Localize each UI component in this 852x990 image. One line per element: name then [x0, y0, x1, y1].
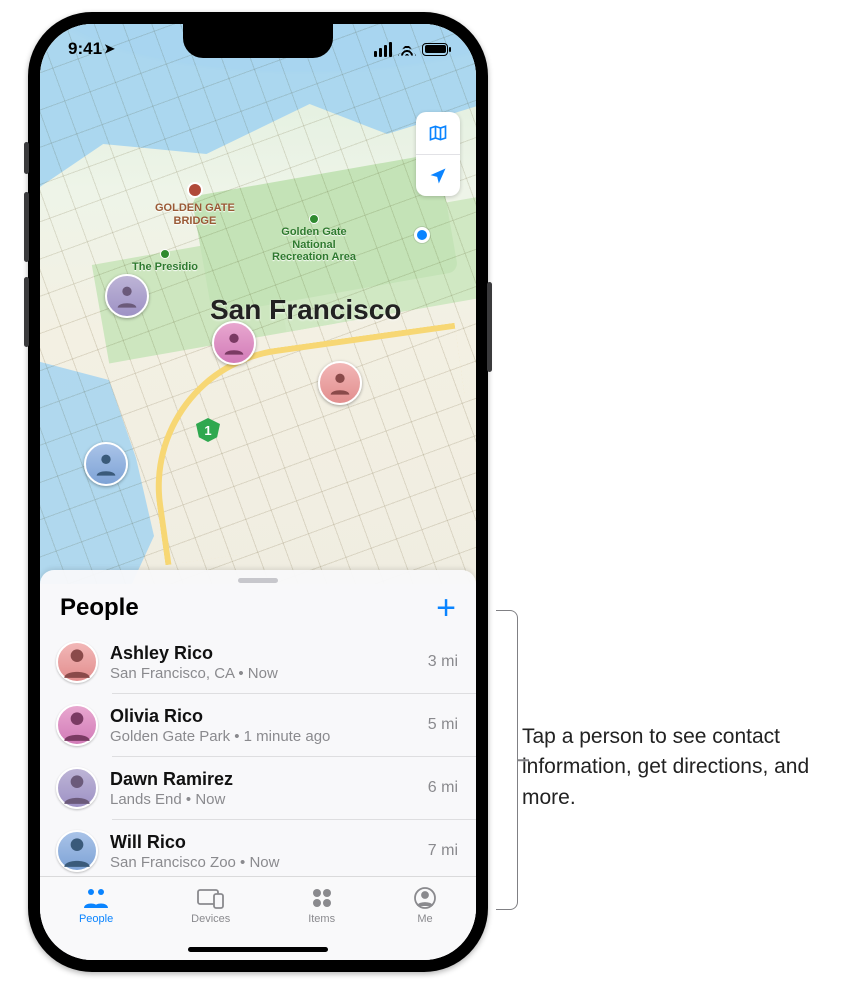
wifi-icon	[398, 43, 416, 56]
sheet-grabber[interactable]	[238, 578, 278, 583]
avatar	[56, 830, 98, 872]
map-avatar-dawn[interactable]	[105, 274, 149, 318]
map-controls	[416, 112, 460, 196]
map-avatar-will[interactable]	[84, 442, 128, 486]
map-mode-button[interactable]	[416, 112, 460, 154]
avatar	[56, 767, 98, 809]
screen: 9:41 ➤ 1 GOLDEN GATE BRI	[40, 24, 476, 960]
callout-bracket	[496, 610, 518, 910]
notch	[183, 24, 333, 58]
home-indicator[interactable]	[188, 947, 328, 952]
map-view[interactable]: 1 GOLDEN GATE BRIDGE Golden Gate Nationa…	[40, 24, 476, 584]
person-row[interactable]: Will Rico San Francisco Zoo • Now 7 mi	[40, 820, 476, 876]
iphone-frame: 9:41 ➤ 1 GOLDEN GATE BRI	[28, 12, 488, 972]
devices-icon	[196, 885, 226, 911]
person-distance: 6 mi	[428, 779, 458, 797]
avatar	[56, 704, 98, 746]
person-location: San Francisco, CA • Now	[110, 665, 416, 682]
person-location: San Francisco Zoo • Now	[110, 854, 416, 871]
person-row[interactable]: Dawn Ramirez Lands End • Now 6 mi	[40, 757, 476, 819]
person-location: Lands End • Now	[110, 791, 416, 808]
battery-icon	[422, 43, 448, 56]
poi-golden-gate-bridge[interactable]: GOLDEN GATE BRIDGE	[155, 182, 235, 227]
people-sheet[interactable]: People + Ashley Rico San Francisco, CA •…	[40, 570, 476, 960]
person-name: Dawn Ramirez	[110, 769, 416, 790]
callout-text: Tap a person to see contact information,…	[522, 722, 832, 813]
person-distance: 3 mi	[428, 653, 458, 671]
person-row[interactable]: Ashley Rico San Francisco, CA • Now 3 mi	[40, 631, 476, 693]
person-name: Ashley Rico	[110, 643, 416, 664]
tab-devices[interactable]: Devices	[191, 885, 230, 925]
avatar	[56, 641, 98, 683]
people-icon	[82, 885, 110, 911]
person-name: Olivia Rico	[110, 706, 416, 727]
person-location: Golden Gate Park • 1 minute ago	[110, 728, 416, 745]
items-icon	[310, 885, 334, 911]
poi-presidio[interactable]: The Presidio	[132, 249, 198, 274]
poi-ggnra[interactable]: Golden Gate National Recreation Area	[272, 214, 356, 264]
recenter-location-button[interactable]	[416, 154, 460, 196]
map-avatar-olivia[interactable]	[212, 321, 256, 365]
tab-items[interactable]: Items	[308, 885, 335, 925]
map-avatar-ashley[interactable]	[318, 361, 362, 405]
add-person-button[interactable]: +	[436, 591, 456, 625]
tab-people[interactable]: People	[79, 885, 113, 925]
status-time: 9:41	[68, 39, 102, 59]
sheet-title: People	[60, 594, 139, 622]
tab-me[interactable]: Me	[413, 885, 437, 925]
current-location-dot[interactable]	[414, 227, 430, 243]
person-distance: 5 mi	[428, 716, 458, 734]
location-services-icon: ➤	[104, 41, 115, 57]
people-list: Ashley Rico San Francisco, CA • Now 3 mi…	[40, 631, 476, 876]
person-row[interactable]: Olivia Rico Golden Gate Park • 1 minute …	[40, 694, 476, 756]
person-distance: 7 mi	[428, 842, 458, 860]
cellular-signal-icon	[374, 42, 392, 57]
person-name: Will Rico	[110, 832, 416, 853]
me-icon	[413, 885, 437, 911]
